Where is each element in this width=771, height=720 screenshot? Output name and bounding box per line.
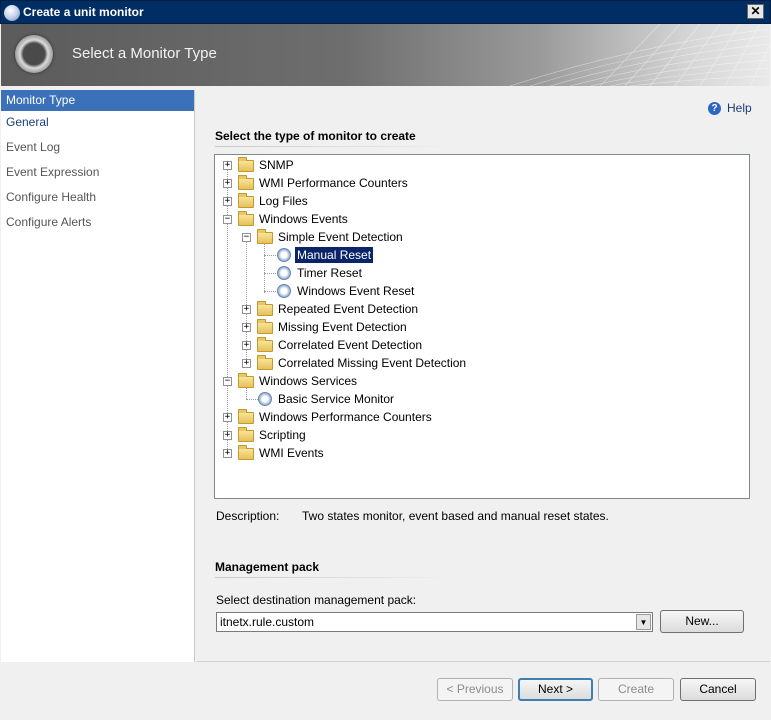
tree-item-label: Windows Performance Counters (259, 410, 432, 424)
window-title: Create a unit monitor (23, 5, 144, 19)
tree-item-label: Correlated Event Detection (278, 338, 423, 352)
tree-item-label: Windows Services (259, 374, 358, 388)
tree-item-windows-event-reset[interactable]: Windows Event Reset (215, 282, 745, 300)
footer-divider (197, 661, 770, 662)
nav-item-configure-alerts[interactable]: Configure Alerts (1, 211, 194, 236)
expand-icon[interactable]: + (242, 323, 251, 332)
monitor-icon (277, 266, 291, 280)
folder-icon (238, 409, 254, 424)
banner-grid-graphic (510, 24, 770, 86)
create-button[interactable]: Create (598, 678, 674, 701)
description-text: Two states monitor, event based and manu… (302, 509, 609, 523)
tree-item-label: Simple Event Detection (278, 230, 403, 244)
folder-icon (238, 193, 254, 208)
tree-item-label-selected: Manual Reset (293, 246, 375, 264)
tree-item-label: WMI Performance Counters (259, 176, 408, 190)
monitor-icon (258, 392, 272, 406)
tree-item-label: SNMP (259, 158, 294, 172)
cancel-button[interactable]: Cancel (680, 678, 756, 701)
tree-item-wmi-performance-counters[interactable]: + WMI Performance Counters (215, 174, 745, 192)
collapse-icon[interactable]: − (242, 233, 251, 242)
wizard-logo-icon (15, 35, 53, 73)
page-heading: Select a Monitor Type (72, 45, 217, 62)
section-divider (215, 577, 455, 578)
tree-item-label: Timer Reset (297, 266, 362, 280)
nav-item-event-expression[interactable]: Event Expression (1, 161, 194, 186)
help-label: Help (727, 101, 752, 115)
section-divider (215, 146, 455, 147)
expand-icon[interactable]: + (242, 305, 251, 314)
folder-icon (257, 319, 273, 334)
tree-item-windows-services[interactable]: − Windows Services (215, 372, 745, 390)
folder-icon (257, 301, 273, 316)
tree-item-correlated-event-detection[interactable]: + Correlated Event Detection (215, 336, 745, 354)
chevron-down-icon[interactable]: ▼ (636, 614, 651, 630)
tree-item-log-files[interactable]: + Log Files (215, 192, 745, 210)
expand-icon[interactable]: + (242, 341, 251, 350)
tree-item-windows-performance-counters[interactable]: + Windows Performance Counters (215, 408, 745, 426)
tree-item-windows-events[interactable]: − Windows Events (215, 210, 745, 228)
collapse-icon[interactable]: − (223, 377, 232, 386)
app-icon (4, 5, 20, 21)
tree-item-label: Repeated Event Detection (278, 302, 419, 316)
management-pack-select[interactable]: itnetx.rule.custom ▼ (216, 612, 653, 632)
nav-item-configure-health[interactable]: Configure Health (1, 186, 194, 211)
expand-icon[interactable]: + (223, 449, 232, 458)
collapse-icon[interactable]: − (223, 215, 232, 224)
tree-item-snmp[interactable]: + SNMP (215, 156, 745, 174)
folder-icon (238, 427, 254, 442)
folder-icon (238, 175, 254, 190)
tree-item-label: Scripting (259, 428, 306, 442)
tree-item-label: Windows Events (259, 212, 348, 226)
tree-item-scripting[interactable]: + Scripting (215, 426, 745, 444)
tree-item-label: WMI Events (259, 446, 324, 460)
tree-item-label: Missing Event Detection (278, 320, 407, 334)
nav-item-event-log[interactable]: Event Log (1, 136, 194, 161)
tree-item-label: Windows Event Reset (297, 284, 415, 298)
description-label: Description: (216, 509, 280, 523)
tree-item-label: Correlated Missing Event Detection (278, 356, 467, 370)
tree-item-correlated-missing-event-detection[interactable]: + Correlated Missing Event Detection (215, 354, 745, 372)
folder-icon (257, 337, 273, 352)
next-button[interactable]: Next > (518, 678, 593, 701)
expand-icon[interactable]: + (223, 431, 232, 440)
previous-button[interactable]: < Previous (437, 678, 513, 701)
tree-item-label: Log Files (259, 194, 308, 208)
folder-icon (238, 157, 254, 172)
open-folder-icon (257, 229, 273, 244)
help-link[interactable]: ? Help (708, 101, 752, 115)
tree-item-timer-reset[interactable]: Timer Reset (215, 264, 745, 282)
expand-icon[interactable]: + (223, 179, 232, 188)
tree-item-repeated-event-detection[interactable]: + Repeated Event Detection (215, 300, 745, 318)
management-pack-label: Select destination management pack: (216, 593, 417, 607)
monitor-type-tree[interactable]: + SNMP + WMI Performance Counters + Log … (214, 154, 750, 499)
folder-icon (257, 355, 273, 370)
monitor-icon (277, 284, 291, 298)
tree-item-basic-service-monitor[interactable]: Basic Service Monitor (215, 390, 745, 408)
wizard-banner: Select a Monitor Type (1, 24, 770, 86)
monitor-icon (277, 248, 291, 262)
tree-item-simple-event-detection[interactable]: − Simple Event Detection (215, 228, 745, 246)
close-button[interactable]: ✕ (747, 4, 764, 19)
nav-item-monitor-type[interactable]: Monitor Type (1, 90, 194, 111)
expand-icon[interactable]: + (223, 413, 232, 422)
management-pack-value: itnetx.rule.custom (220, 615, 315, 629)
management-pack-section-title: Management pack (215, 560, 320, 574)
expand-icon[interactable]: + (242, 359, 251, 368)
nav-item-general[interactable]: General (1, 111, 194, 136)
tree-item-missing-event-detection[interactable]: + Missing Event Detection (215, 318, 745, 336)
tree-item-label: Basic Service Monitor (278, 392, 395, 406)
open-folder-icon (238, 373, 254, 388)
new-management-pack-button[interactable]: New... (660, 610, 744, 633)
wizard-steps-nav: Monitor Type General Event Log Event Exp… (1, 90, 195, 662)
tree-item-wmi-events[interactable]: + WMI Events (215, 444, 745, 462)
expand-icon[interactable]: + (223, 161, 232, 170)
open-folder-icon (238, 211, 254, 226)
tree-item-manual-reset[interactable]: Manual Reset (215, 246, 745, 264)
expand-icon[interactable]: + (223, 197, 232, 206)
help-icon: ? (708, 101, 721, 115)
monitor-type-section-title: Select the type of monitor to create (215, 129, 416, 143)
title-bar: Create a unit monitor ✕ (0, 0, 771, 24)
folder-icon (238, 445, 254, 460)
